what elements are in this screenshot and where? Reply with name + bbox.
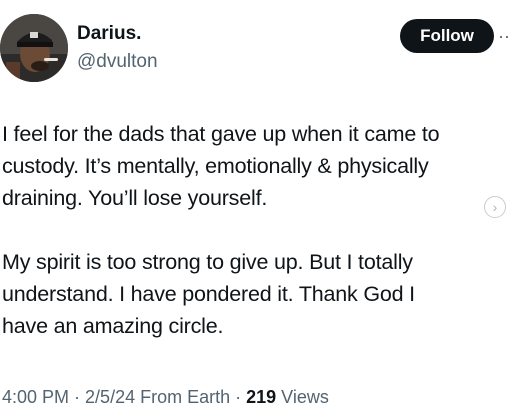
meta-separator: · <box>230 387 247 407</box>
more-icon[interactable]: ··· <box>498 22 512 50</box>
display-name[interactable]: Darius. <box>77 22 141 46</box>
tweet-line: have an amazing circle. <box>2 314 224 338</box>
tweet-date-source: 2/5/24 From Earth <box>85 387 231 407</box>
chevron-right-icon[interactable]: › <box>484 196 506 218</box>
views-count[interactable]: 219 <box>246 387 276 407</box>
tweet-line: My spirit is too strong to give up. But … <box>2 250 413 274</box>
avatar-image <box>0 14 68 82</box>
user-handle[interactable]: @dvulton <box>77 50 158 74</box>
meta-separator: · <box>69 387 86 407</box>
views-label: Views <box>276 387 329 407</box>
tweet-line: custody. It’s mentally, emotionally & ph… <box>2 154 429 178</box>
tweet-line: draining. You’ll lose yourself. <box>2 186 268 210</box>
tweet-line: I feel for the dads that gave up when it… <box>2 122 440 146</box>
tweet-text: I feel for the dads that gave up when it… <box>2 118 510 342</box>
tweet-line: understand. I have pondered it. Thank Go… <box>2 282 415 306</box>
tweet-time[interactable]: 4:00 PM <box>2 387 69 407</box>
avatar[interactable] <box>0 14 68 82</box>
tweet-meta: 4:00 PM · 2/5/24 From Earth · 219 Views <box>2 384 329 410</box>
follow-button[interactable]: Follow <box>400 19 494 53</box>
